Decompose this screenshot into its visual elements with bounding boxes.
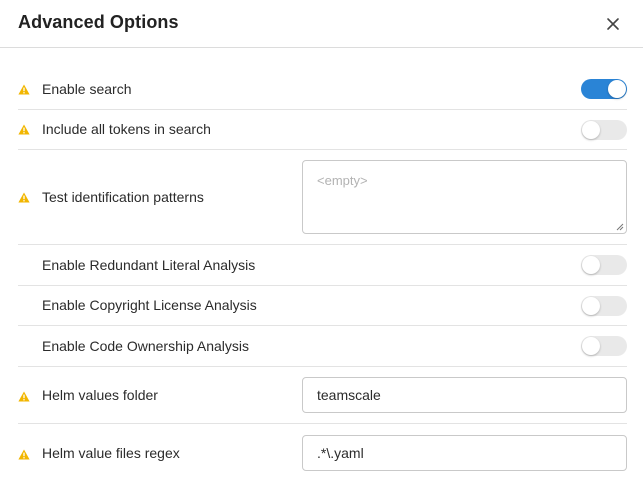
option-row-redundant-literal: Enable Redundant Literal Analysis [18,245,627,286]
close-icon [607,18,619,30]
dialog-title: Advanced Options [18,12,179,32]
option-label: Enable search [42,81,132,97]
option-label: Include all tokens in search [42,121,211,137]
dialog-header: Advanced Options [0,0,643,48]
warning-icon [18,84,30,95]
enable-search-toggle[interactable] [581,79,627,99]
option-row-copyright-license: Enable Copyright License Analysis [18,286,627,326]
option-label: Enable Redundant Literal Analysis [42,257,256,273]
advanced-options-dialog: Advanced Options Enable search Include a… [0,0,643,498]
option-row-code-ownership: Enable Code Ownership Analysis [18,326,627,367]
redundant-literal-toggle[interactable] [581,255,627,275]
copyright-license-toggle[interactable] [581,296,627,316]
warning-icon [18,192,30,203]
helm-values-folder-input[interactable]: teamscale [302,377,627,413]
warning-icon [18,124,30,135]
toggle-knob [582,121,600,139]
resize-handle-icon[interactable] [616,223,624,231]
option-row-include-all-tokens: Include all tokens in search [18,110,627,150]
option-label: Helm value files regex [42,445,180,461]
textarea-placeholder: <empty> [317,173,368,188]
option-label: Enable Code Ownership Analysis [42,338,250,354]
warning-icon [18,449,30,460]
helm-value-files-regex-input[interactable]: .*\.yaml [302,435,627,471]
option-label: Test identification patterns [42,189,204,205]
toggle-knob [582,256,600,274]
option-row-helm-value-files-regex: Helm value files regex .*\.yaml [18,424,627,484]
code-ownership-toggle[interactable] [581,336,627,356]
toggle-knob [608,80,626,98]
warning-icon [18,391,30,402]
include-all-tokens-toggle[interactable] [581,120,627,140]
option-label: Enable Copyright License Analysis [42,297,257,313]
toggle-knob [582,297,600,315]
option-row-helm-values-folder: Helm values folder teamscale [18,367,627,424]
close-button[interactable] [601,12,625,36]
test-patterns-textarea[interactable]: <empty> [302,160,627,234]
toggle-knob [582,337,600,355]
option-row-enable-search: Enable search [18,70,627,110]
option-label: Helm values folder [42,387,158,403]
option-row-test-patterns: Test identification patterns <empty> [18,150,627,245]
